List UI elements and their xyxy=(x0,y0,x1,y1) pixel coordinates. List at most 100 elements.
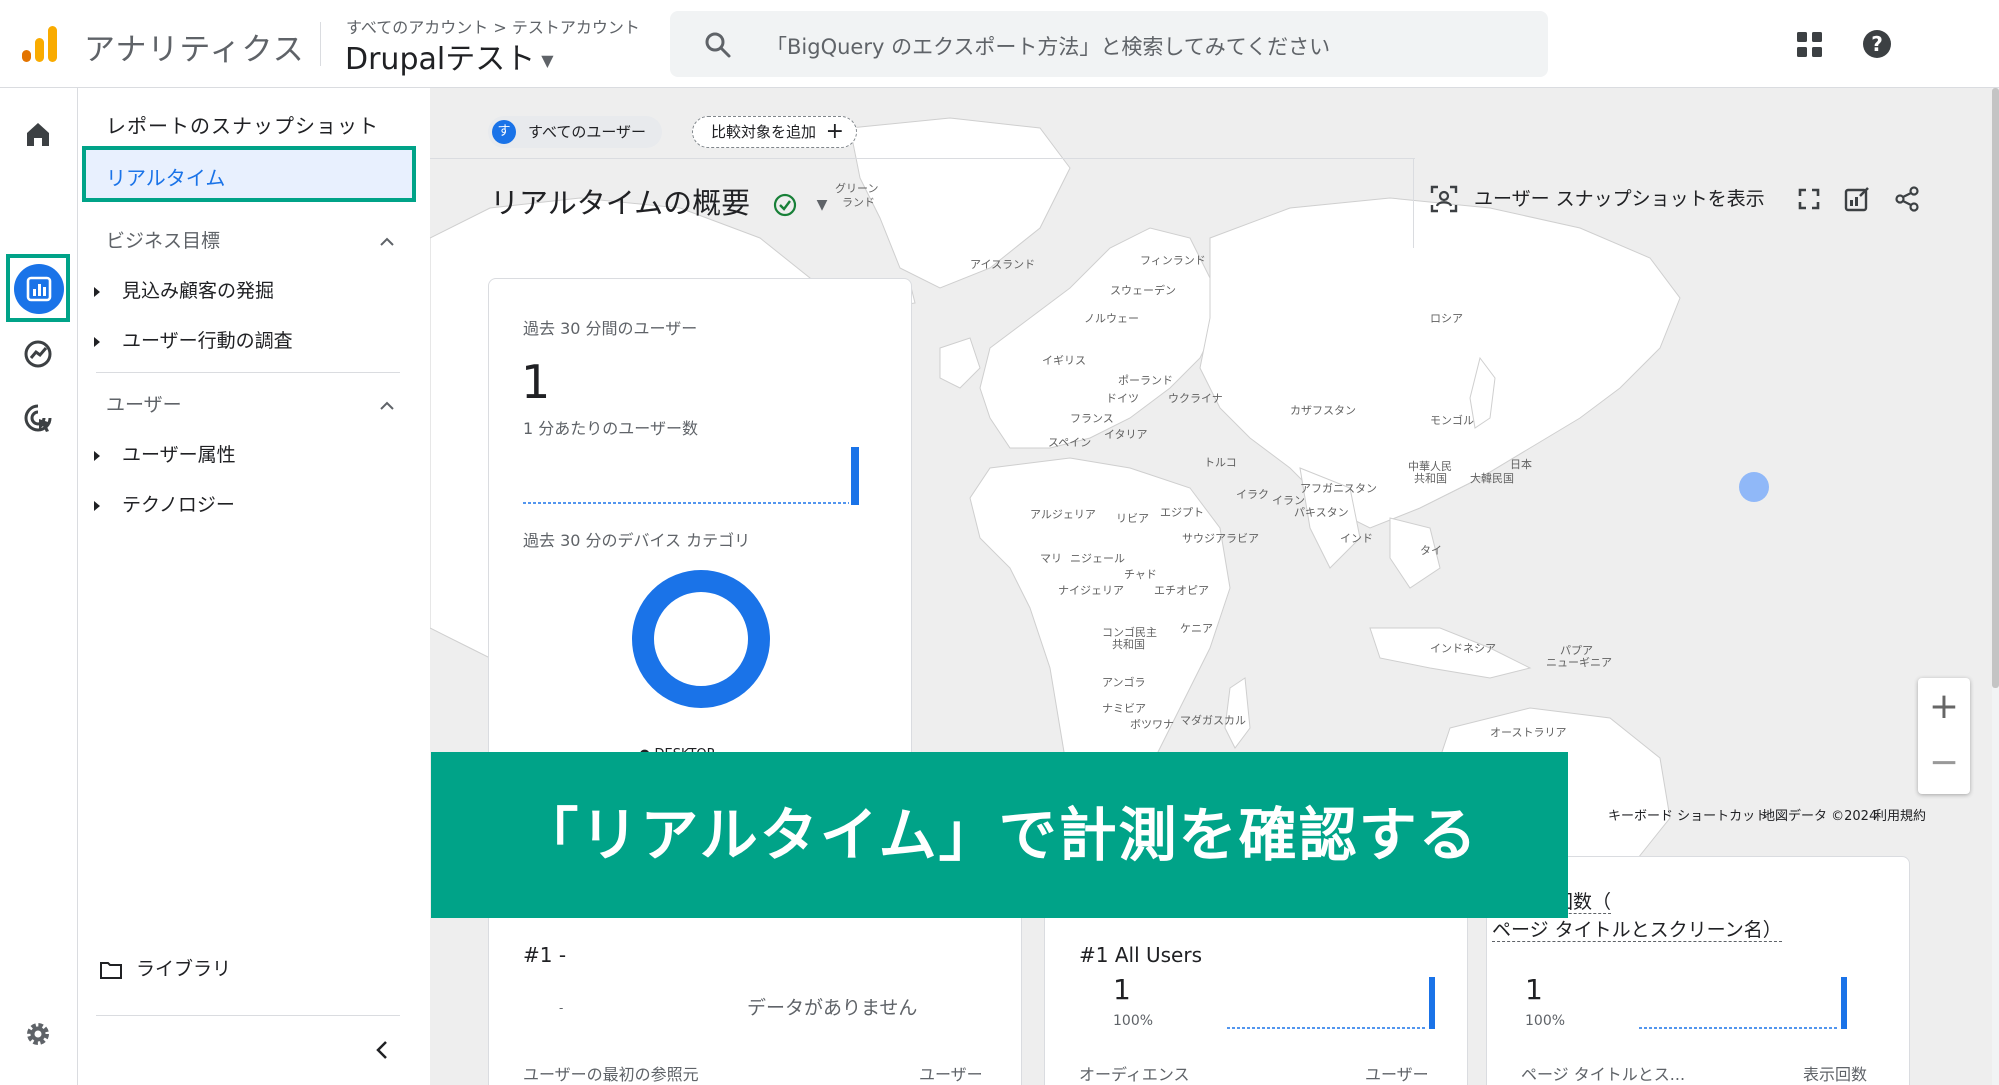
fullscreen-icon[interactable] xyxy=(1796,186,1822,212)
map-label: イラク xyxy=(1236,488,1269,501)
home-icon[interactable] xyxy=(22,118,54,150)
page-views-sparkline[interactable] xyxy=(1639,977,1849,1031)
map-zoom-controls: + − xyxy=(1918,678,1970,794)
account-name: Drupalテスト xyxy=(345,42,536,77)
map-label: アイスランド xyxy=(970,258,1035,271)
page-title-col-label: ページ タイトルとス... xyxy=(1521,1065,1686,1084)
nav-item-snapshot[interactable]: レポートのスナップショット xyxy=(106,110,379,139)
page-scrollbar[interactable] xyxy=(1992,88,1999,1085)
explore-icon[interactable] xyxy=(22,338,54,370)
users-30min-label: 過去 30 分間のユーザー xyxy=(523,319,698,338)
verified-check-icon[interactable] xyxy=(773,193,797,217)
map-label: エチオピア xyxy=(1154,584,1209,597)
admin-gear-icon[interactable] xyxy=(22,1018,54,1050)
nav-divider xyxy=(96,372,400,373)
map-label: インドネシア xyxy=(1430,642,1496,655)
map-label: 日本 xyxy=(1510,457,1532,471)
top-bar: アナリティクス すべてのアカウント > テストアカウント Drupalテスト ▼ … xyxy=(0,0,1999,88)
map-terms-link[interactable]: 利用規約 xyxy=(1874,805,1926,824)
search-bar[interactable]: 「BigQuery のエクスポート方法」と検索してみてください xyxy=(670,11,1548,77)
nav-item-attributes[interactable]: ユーザー属性 xyxy=(94,440,236,467)
expand-arrow-icon xyxy=(94,450,100,461)
map-label: ノルウェー xyxy=(1084,312,1139,325)
audience-chip[interactable]: すすべてのユーザー xyxy=(488,116,663,148)
map-label: ケニア xyxy=(1180,622,1213,635)
users-per-minute-chart[interactable] xyxy=(523,447,859,507)
map-label: カザフスタン xyxy=(1290,404,1356,417)
advertising-icon[interactable] xyxy=(22,402,54,434)
account-selector[interactable]: Drupalテスト ▼ xyxy=(345,34,554,78)
analytics-logo[interactable] xyxy=(20,24,60,64)
nav-divider xyxy=(96,1015,400,1016)
apps-grid-icon[interactable] xyxy=(1797,32,1823,58)
device-donut-chart[interactable] xyxy=(631,569,771,709)
map-label: アルジェリア xyxy=(1030,508,1096,521)
active-user-marker xyxy=(1739,472,1769,502)
expand-arrow-icon xyxy=(94,336,100,347)
map-keyboard-shortcuts[interactable]: キーボード ショートカット xyxy=(1608,805,1768,824)
nav-item-tech-label: テクノロジー xyxy=(122,494,235,516)
first-source-rank: #1 - xyxy=(523,943,567,967)
collapse-nav-icon[interactable] xyxy=(374,1040,390,1060)
help-icon[interactable]: ? xyxy=(1862,29,1892,59)
report-nav-panel: レポートのスナップショット リアルタイム ビジネス目標 見込み顧客の発掘 ユーザ… xyxy=(78,88,422,1085)
map-label: ナイジェリア xyxy=(1058,584,1124,597)
nav-item-library[interactable]: ライブラリ xyxy=(100,954,231,981)
nav-item-library-label: ライブラリ xyxy=(136,958,232,980)
page-views-title-line2: ページ タイトルとスクリーン名） xyxy=(1492,916,1782,944)
nav-item-behavior[interactable]: ユーザー行動の調査 xyxy=(94,326,293,353)
user-snapshot-button[interactable]: ユーザー スナップショットを表示 xyxy=(1474,184,1765,211)
map-label: 共和国 xyxy=(1414,472,1447,485)
scrollbar-thumb[interactable] xyxy=(1992,88,1999,688)
first-source-dash: - xyxy=(559,1001,564,1015)
map-label: コンゴ民主 xyxy=(1102,625,1157,639)
instruction-banner-text: 「リアルタイム」で計測を確認する xyxy=(520,801,1479,869)
nav-item-attributes-label: ユーザー属性 xyxy=(122,444,236,466)
nav-item-leads-label: 見込み顧客の発掘 xyxy=(122,280,275,302)
chevron-up-icon[interactable] xyxy=(380,236,394,246)
map-label: マリ xyxy=(1040,552,1062,565)
map-label: ドイツ xyxy=(1106,392,1139,405)
share-icon[interactable] xyxy=(1894,186,1920,212)
nav-item-leads[interactable]: 見込み顧客の発掘 xyxy=(94,276,274,303)
map-label: イタリア xyxy=(1104,428,1148,441)
caret-down-icon[interactable]: ▼ xyxy=(817,197,828,213)
map-label: スペイン xyxy=(1048,436,1091,449)
nav-item-behavior-label: ユーザー行動の調査 xyxy=(122,330,293,352)
audience-percent: 100% xyxy=(1113,1013,1154,1029)
nav-item-tech[interactable]: テクノロジー xyxy=(94,490,235,517)
no-data-message: データがありません xyxy=(747,997,918,1019)
map-label: インド xyxy=(1340,532,1373,545)
views-col-label: 表示回数 xyxy=(1803,1065,1868,1084)
add-comparison-button[interactable]: 比較対象を追加 + xyxy=(692,116,858,148)
first-source-col-label: ユーザーの最初の参照元 xyxy=(523,1065,699,1084)
map-label: スウェーデン xyxy=(1110,283,1176,297)
map-label: ランド xyxy=(842,196,875,209)
zoom-out-button[interactable]: − xyxy=(1918,738,1970,790)
map-label: グリーン xyxy=(835,181,878,195)
nav-item-realtime-label: リアルタイム xyxy=(106,166,226,190)
page-views-title-text2: ページ タイトルとスクリーン名） xyxy=(1492,919,1782,942)
map-label: ポーランド xyxy=(1118,374,1173,387)
toolbar-divider xyxy=(430,158,1415,159)
page-views-percent: 100% xyxy=(1525,1013,1566,1029)
map-label: イギリス xyxy=(1042,354,1086,367)
add-comparison-label: 比較対象を追加 xyxy=(711,123,817,141)
map-label: マダガスカル xyxy=(1180,713,1246,727)
map-label: チャド xyxy=(1124,568,1157,581)
instruction-banner: 「リアルタイム」で計測を確認する xyxy=(431,752,1568,918)
device-category-label: 過去 30 分のデバイス カテゴリ xyxy=(523,531,751,550)
avatar: す xyxy=(492,120,516,144)
nav-section-business[interactable]: ビジネス目標 xyxy=(106,226,220,253)
map-label: リビア xyxy=(1116,512,1149,525)
user-snapshot-icon[interactable] xyxy=(1430,185,1458,213)
chevron-up-icon[interactable] xyxy=(380,400,394,410)
audience-rank: #1 All Users xyxy=(1079,943,1202,967)
map-label: ナミビア xyxy=(1102,702,1146,715)
customize-report-icon[interactable] xyxy=(1844,186,1870,212)
zoom-in-button[interactable]: + xyxy=(1918,682,1970,734)
map-label: サウジアラビア xyxy=(1182,532,1259,545)
nav-section-user[interactable]: ユーザー xyxy=(106,390,182,417)
audience-sparkline[interactable] xyxy=(1227,977,1437,1031)
nav-item-realtime[interactable]: リアルタイム xyxy=(82,146,416,202)
